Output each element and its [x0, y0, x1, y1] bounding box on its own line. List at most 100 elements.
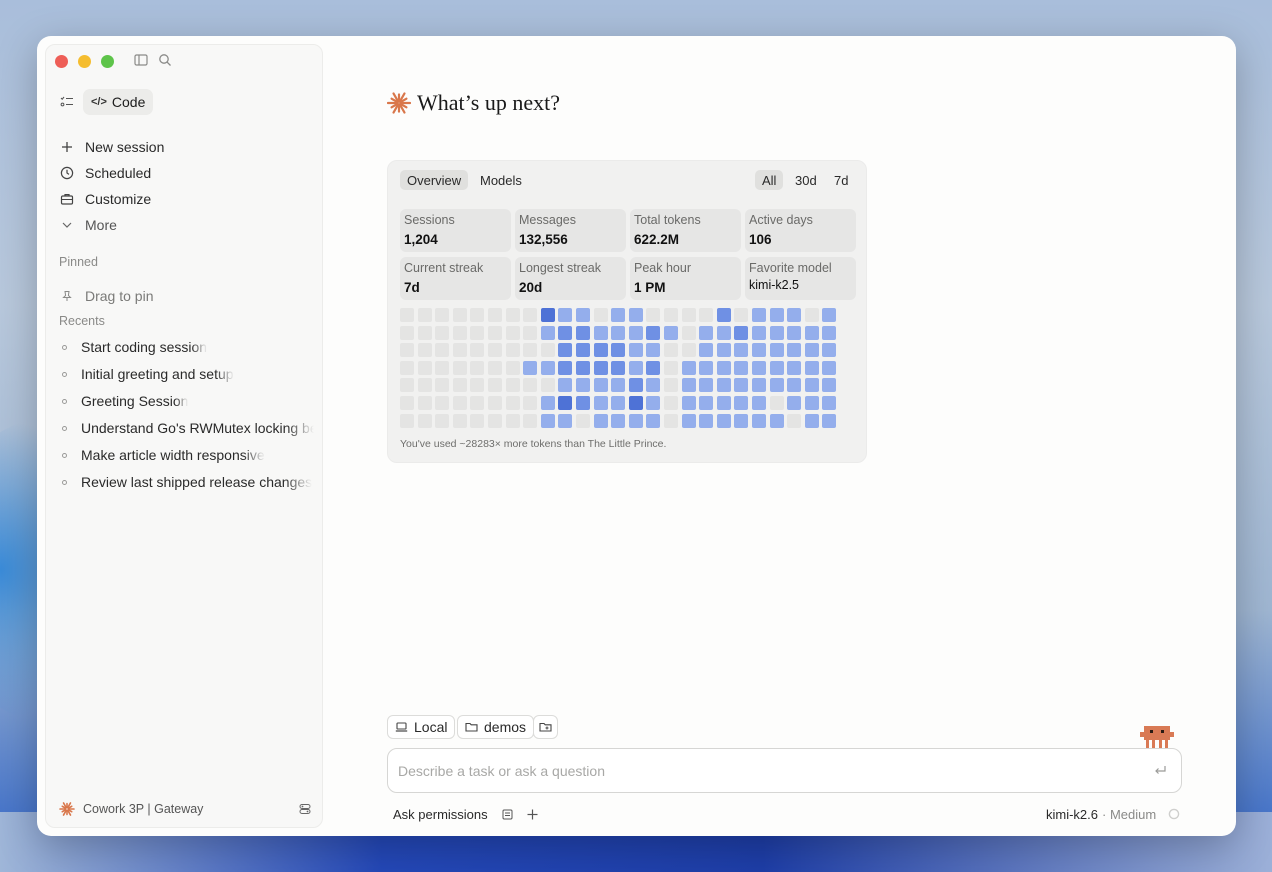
heatmap-cell — [400, 396, 414, 410]
recent-item-label: Start coding session — [81, 339, 208, 355]
heatmap-cell — [646, 308, 661, 322]
add-context-plus-icon[interactable] — [527, 809, 538, 820]
heatmap-cell — [734, 343, 749, 358]
sidebar-toggle-icon[interactable] — [134, 53, 150, 69]
task-list-icon[interactable] — [59, 94, 75, 110]
heatmap-cell — [646, 413, 661, 428]
tab-overview[interactable]: Overview — [400, 170, 469, 190]
heatmap-cell — [505, 378, 520, 393]
heatmap-cell — [664, 343, 678, 358]
heatmap-cell — [611, 343, 626, 358]
more-button[interactable]: More — [59, 214, 117, 236]
heatmap-cell — [804, 378, 819, 393]
heatmap-cell — [540, 360, 555, 375]
heatmap-cell — [540, 413, 555, 428]
recent-item[interactable]: Understand Go's RWMutex locking be — [62, 417, 314, 439]
heatmap-cell — [505, 360, 520, 375]
heatmap-cell — [540, 325, 555, 340]
heatmap-cell — [646, 378, 661, 393]
heatmap-cell — [417, 378, 432, 393]
composer-toolbar-left: Ask permissions — [393, 804, 538, 824]
sidebar: </> Code New session Scheduled Customize — [45, 44, 323, 828]
heatmap-cell — [593, 308, 608, 322]
new-session-button[interactable]: New session — [59, 136, 164, 158]
enter-return-icon[interactable] — [1153, 764, 1167, 779]
heatmap-cell — [716, 378, 731, 393]
ask-permissions-button[interactable]: Ask permissions — [393, 807, 488, 822]
search-icon[interactable] — [158, 53, 174, 69]
heatmap-cell — [734, 396, 749, 410]
heatmap-cell — [664, 378, 678, 393]
stat-active-days: Active days 106 — [745, 209, 856, 252]
heatmap-cell — [611, 325, 626, 340]
heatmap-cell — [400, 325, 414, 340]
heatmap-cell — [664, 396, 678, 410]
zoom-window-button[interactable] — [101, 55, 114, 68]
customize-button[interactable]: Customize — [59, 188, 151, 210]
folder-label: demos — [484, 719, 527, 735]
range-all-button[interactable]: All — [755, 170, 784, 190]
heatmap-cell — [611, 378, 626, 393]
stat-current-streak: Current streak 7d — [400, 257, 511, 300]
heatmap-cell — [435, 308, 450, 322]
heatmap-cell — [523, 308, 538, 322]
heatmap-cell — [488, 396, 502, 410]
attach-file-icon[interactable] — [502, 809, 513, 820]
heatmap-cell — [769, 360, 784, 375]
heatmap-cell — [664, 308, 678, 322]
heatmap-cell — [681, 360, 696, 375]
close-window-button[interactable] — [55, 55, 68, 68]
environment-local-button[interactable]: Local — [387, 715, 456, 739]
stat-label: Favorite model — [749, 261, 832, 275]
model-name: kimi-k2.6 — [1046, 806, 1099, 822]
heatmap-cell — [400, 343, 414, 358]
recent-item[interactable]: Initial greeting and setup — [62, 363, 314, 385]
range-30d-button[interactable]: 30d — [788, 170, 824, 190]
heatmap-cell — [417, 308, 432, 322]
heatmap-cell — [752, 378, 766, 393]
stat-label: Total tokens — [634, 213, 701, 227]
folder-demos-button[interactable]: demos — [457, 715, 535, 739]
minimize-window-button[interactable] — [78, 55, 91, 68]
prompt-input[interactable] — [398, 761, 1118, 781]
recent-dot-icon — [62, 425, 67, 431]
heatmap-cell — [804, 413, 819, 428]
heatmap-cell — [558, 413, 573, 428]
recent-item[interactable]: Review last shipped release changes — [62, 471, 314, 493]
scheduled-button[interactable]: Scheduled — [59, 162, 151, 184]
burst-svg — [387, 92, 411, 114]
heatmap-cell — [435, 343, 450, 358]
heatmap-cell — [435, 413, 450, 428]
workspace-label[interactable]: Cowork 3P | Gateway — [83, 802, 203, 816]
heatmap-cell — [628, 396, 643, 410]
context-usage-ring-icon — [1168, 808, 1180, 820]
gateway-settings-icon[interactable] — [299, 803, 311, 815]
model-selector[interactable]: kimi-k2.6 · Medium — [1046, 804, 1180, 824]
tab-models[interactable]: Models — [473, 170, 529, 190]
stat-longest-streak: Longest streak 20d — [515, 257, 626, 300]
heatmap-cell — [787, 396, 802, 410]
heatmap-cell — [822, 308, 837, 322]
heatmap-cell — [611, 308, 626, 322]
drag-to-pin-label: Drag to pin — [85, 288, 154, 304]
heatmap-cell — [576, 325, 590, 340]
recent-item-label: Understand Go's RWMutex locking be — [81, 420, 314, 436]
range-7d-button[interactable]: 7d — [827, 170, 855, 190]
code-mode-button[interactable]: </> Code — [83, 89, 154, 115]
recent-item[interactable]: Make article width responsive — [62, 444, 314, 466]
recent-item[interactable]: Start coding session — [62, 336, 314, 358]
heatmap-cell — [804, 308, 819, 322]
add-folder-button[interactable] — [533, 715, 558, 739]
heatmap-cell — [540, 308, 555, 322]
heatmap-cell — [804, 396, 819, 410]
stat-value: kimi-k2.5 — [749, 278, 800, 292]
stat-sessions: Sessions 1,204 — [400, 209, 511, 252]
recent-item[interactable]: Greeting Session — [62, 390, 314, 412]
heatmap-cell — [558, 378, 573, 393]
heatmap-cell — [470, 360, 485, 375]
prompt-composer — [387, 748, 1182, 793]
customize-label: Customize — [85, 191, 152, 207]
heatmap-cell — [822, 413, 837, 428]
heatmap-cell — [576, 413, 590, 428]
heatmap-cell — [435, 360, 450, 375]
